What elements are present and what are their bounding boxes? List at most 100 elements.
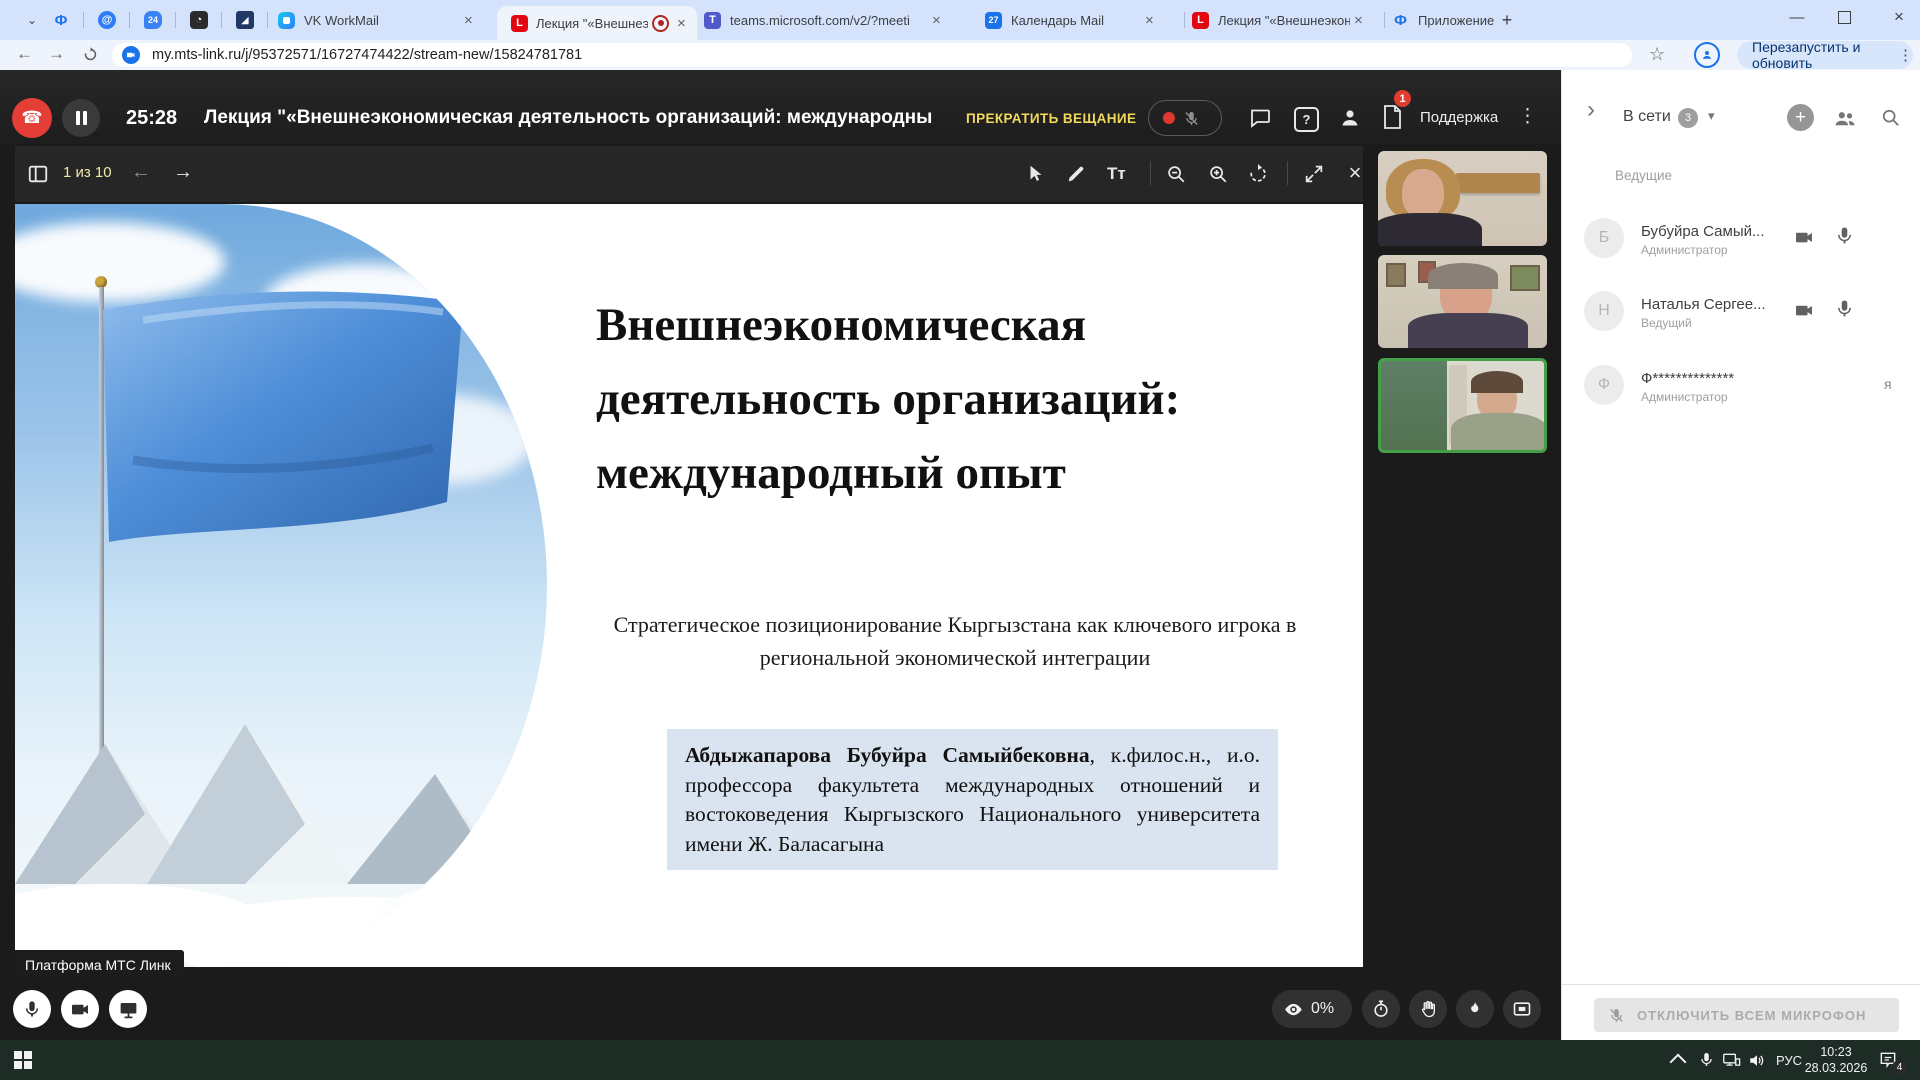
zoom-in-icon[interactable] (1207, 163, 1229, 185)
window-minimize-button[interactable]: — (1782, 4, 1812, 30)
pinned-tab-navy-app[interactable]: ◢ (236, 11, 254, 29)
bookmark-star-icon[interactable]: ☆ (1649, 44, 1665, 65)
start-button[interactable] (0, 1040, 46, 1080)
viewers-counter[interactable]: 0% (1272, 990, 1352, 1028)
reload-icon[interactable] (82, 46, 99, 63)
rotate-icon[interactable] (1247, 163, 1269, 185)
leave-call-button[interactable]: ☎ (12, 98, 52, 138)
pinned-tab-globe[interactable]: ◔ (190, 11, 208, 29)
mic-button[interactable] (13, 990, 51, 1028)
flag-image (15, 204, 547, 967)
raise-hand-button[interactable] (1409, 990, 1447, 1028)
pinned-tab-f-extension[interactable]: Ф (52, 11, 70, 29)
participant-role: Ведущий (1641, 316, 1692, 330)
zoom-out-icon[interactable] (1165, 163, 1187, 185)
f-app-icon: Ф (1392, 12, 1409, 29)
window-close-button[interactable]: × (1884, 4, 1914, 30)
fullscreen-icon[interactable] (1303, 163, 1325, 185)
browser-update-button[interactable]: Перезапустить и обновить ⋮ (1737, 41, 1913, 69)
tab-separator (221, 12, 222, 28)
video-tile-presenter-2[interactable] (1378, 255, 1547, 348)
participant-row[interactable]: Б Бубуйра Самый... Администратор (1562, 218, 1920, 274)
participant-camera-icon[interactable] (1794, 300, 1815, 321)
more-menu-kebab-icon[interactable]: ⋮ (1518, 105, 1537, 128)
close-tab-icon[interactable]: × (932, 13, 941, 28)
close-tab-icon[interactable]: × (1354, 13, 1363, 28)
close-tab-icon[interactable]: × (1145, 13, 1154, 28)
camera-permission-icon[interactable] (122, 46, 140, 64)
tab-vk-workmail[interactable]: VK WorkMail × (278, 8, 490, 32)
tab-mts-link-active[interactable]: L Лекция "«Внешнеэкономи × (497, 6, 697, 40)
people-icon[interactable] (1834, 108, 1856, 128)
picture-frame-shape (1510, 265, 1540, 291)
picture-in-picture-button[interactable] (1503, 990, 1541, 1028)
pinned-tab-mail[interactable]: @ (98, 11, 116, 29)
participant-row[interactable]: Н Наталья Сергее... Ведущий (1562, 291, 1920, 347)
mts-link-icon: L (511, 15, 528, 32)
tray-network-icon[interactable] (1722, 1052, 1741, 1069)
help-icon[interactable]: ? (1294, 107, 1319, 132)
url-bar[interactable]: my.mts-link.ru/j/95372571/16727474422/st… (112, 43, 1632, 67)
tray-mic-icon[interactable] (1698, 1051, 1715, 1068)
prev-slide-icon[interactable]: ← (131, 161, 151, 184)
collapse-panel-chevron-icon[interactable]: › (1587, 102, 1595, 118)
search-icon[interactable] (1880, 107, 1901, 128)
stop-broadcast-button[interactable]: ПРЕКРАТИТЬ ВЕЩАНИЕ (966, 111, 1136, 126)
slide-speaker-block: Абдыжапарова Бубуйра Самыйбековна, к.фил… (667, 729, 1278, 870)
close-presentation-icon[interactable]: × (1343, 160, 1367, 186)
speaker-name: Абдыжапарова Бубуйра Самыйбековна (685, 743, 1090, 767)
close-tab-icon[interactable]: × (464, 13, 473, 28)
tray-language-indicator[interactable]: РУС (1776, 1053, 1802, 1068)
close-tab-icon[interactable]: × (677, 16, 686, 31)
participant-avatar: Н (1584, 291, 1624, 331)
participant-mic-icon[interactable] (1834, 225, 1855, 246)
next-slide-icon[interactable]: → (173, 161, 193, 184)
tab-mts-link-2[interactable]: L Лекция "«Внешнеэкономичес × (1192, 8, 1378, 32)
tab-search-chevron-icon[interactable]: ⌄ (22, 10, 42, 30)
participant-mic-icon[interactable] (1834, 298, 1855, 319)
online-dropdown-caret-icon[interactable]: ▾ (1708, 108, 1715, 124)
participant-camera-icon[interactable] (1794, 227, 1815, 248)
video-tile-active-speaker[interactable] (1378, 358, 1547, 453)
recording-indicator[interactable] (1148, 100, 1222, 136)
pencil-tool-icon[interactable] (1065, 163, 1087, 185)
text-tool-icon[interactable]: Tт (1107, 164, 1126, 184)
add-participant-button[interactable]: + (1787, 104, 1814, 131)
pinned-tab-cloud24[interactable]: 24 (144, 11, 162, 29)
timer-button[interactable] (1362, 990, 1400, 1028)
toolbar-divider (1287, 161, 1288, 185)
participant-avatar: Ф (1584, 365, 1624, 405)
back-icon[interactable]: ← (16, 44, 33, 64)
toolbar-divider (1150, 161, 1151, 185)
materials-icon[interactable] (1380, 104, 1404, 130)
participants-icon[interactable] (1338, 106, 1362, 130)
screen-share-button[interactable] (109, 990, 147, 1028)
support-button[interactable]: Поддержка (1420, 109, 1498, 126)
tray-clock[interactable]: 10:23 28.03.2026 (1800, 1044, 1872, 1076)
cursor-tool-icon[interactable] (1025, 163, 1047, 185)
tab-app[interactable]: Ф Приложение (1392, 8, 1542, 32)
participant-avatar: Б (1584, 218, 1624, 258)
camera-button[interactable] (61, 990, 99, 1028)
new-tab-button[interactable]: + (1496, 9, 1518, 31)
thumbnails-panel-icon[interactable] (27, 163, 49, 185)
tray-expand-chevron-icon[interactable] (1670, 1054, 1687, 1071)
browser-menu-kebab-icon[interactable]: ⋮ (1898, 46, 1913, 64)
tray-volume-icon[interactable] (1748, 1052, 1766, 1069)
participant-name: Бубуйра Самый... (1641, 223, 1765, 240)
reactions-fire-button[interactable] (1456, 990, 1494, 1028)
profile-avatar[interactable] (1694, 42, 1720, 68)
video-tile-presenter-1[interactable] (1378, 151, 1547, 246)
pause-broadcast-button[interactable] (62, 99, 100, 137)
windows-logo-icon (14, 1051, 32, 1069)
viewers-percent: 0% (1311, 1000, 1334, 1018)
chat-icon[interactable] (1248, 106, 1272, 130)
window-maximize-button[interactable] (1838, 11, 1851, 24)
slide-subtitle: Стратегическое позиционирование Кыргызст… (560, 608, 1350, 674)
online-label[interactable]: В сети (1623, 108, 1671, 126)
tab-teams[interactable]: T teams.microsoft.com/v2/?meeti × (704, 8, 974, 32)
participant-row[interactable]: Ф Ф************** Администратор я (1562, 365, 1920, 421)
mute-all-button[interactable]: ОТКЛЮЧИТЬ ВСЕМ МИКРОФОН (1594, 998, 1899, 1032)
forward-icon[interactable]: → (48, 44, 65, 64)
tab-calendar[interactable]: 27 Календарь Mail × (985, 8, 1180, 32)
